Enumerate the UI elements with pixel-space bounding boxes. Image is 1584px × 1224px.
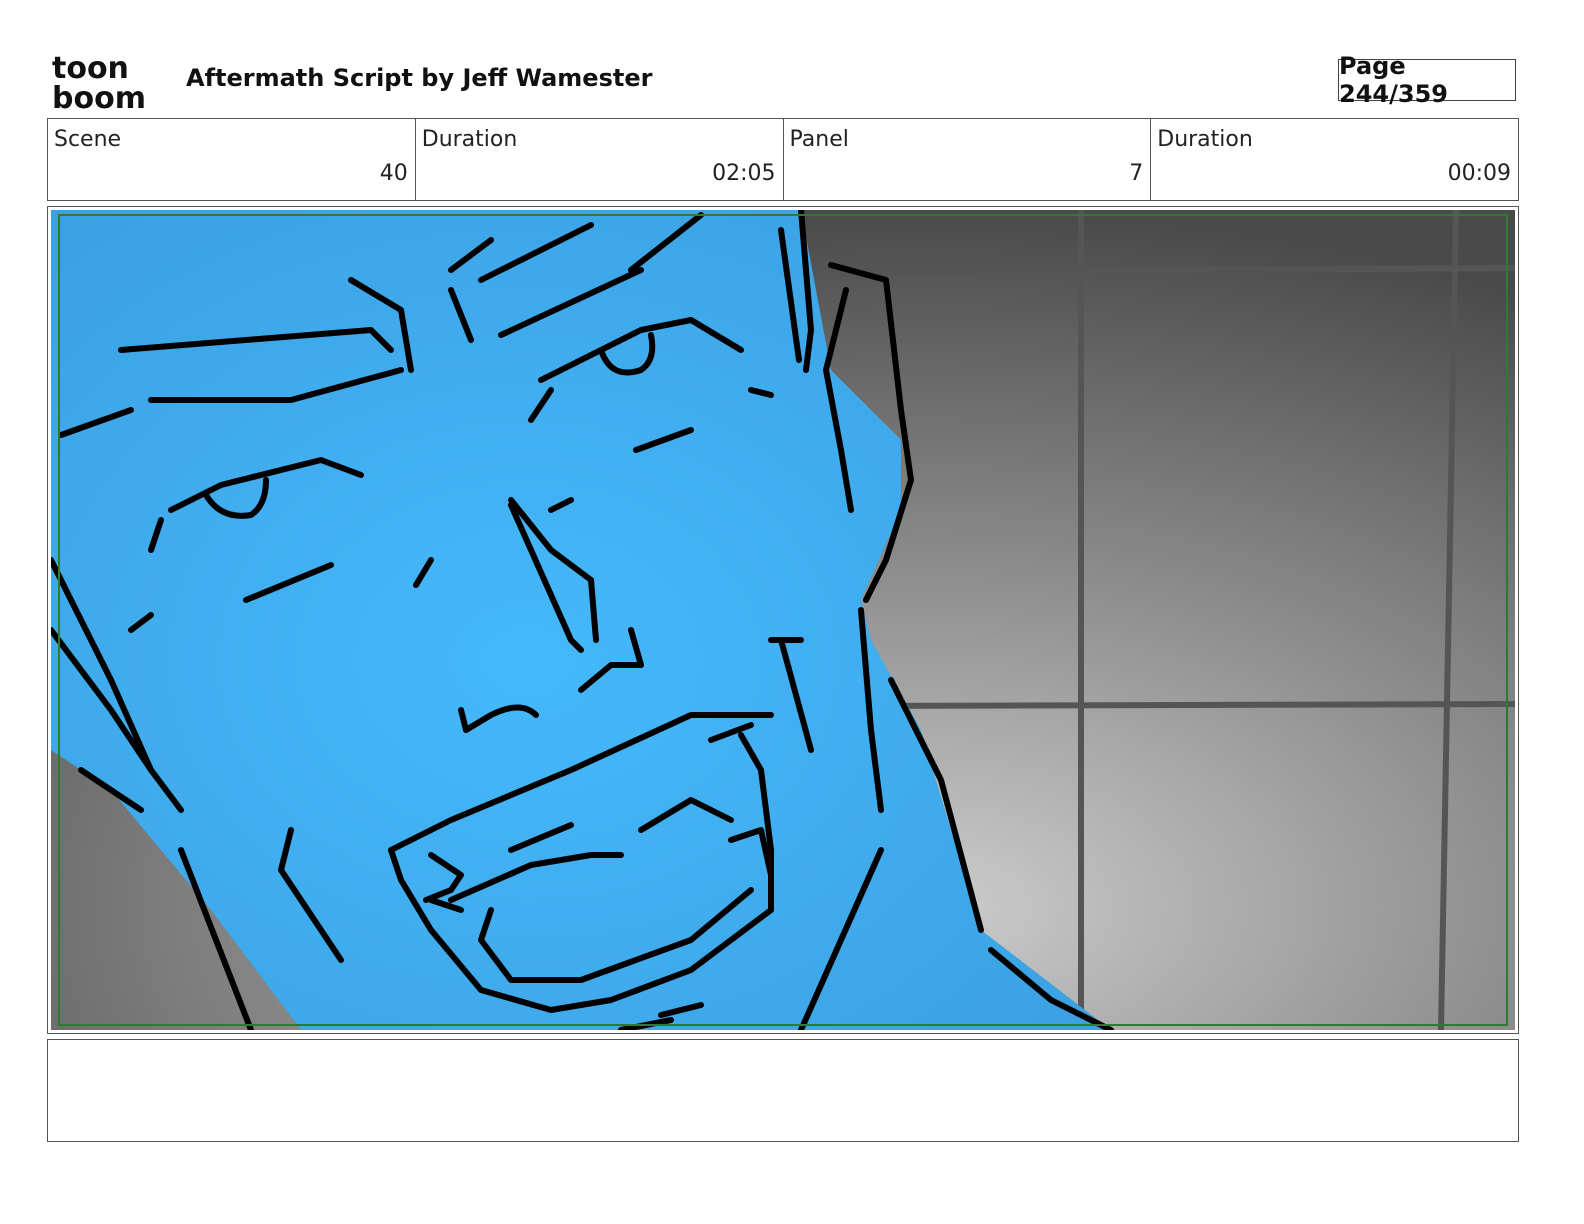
scene-duration-label: Duration [421,127,518,152]
panel-notes [47,1039,1519,1142]
page-number: Page 244/359 [1338,52,1516,108]
scene-value: 40 [379,161,408,186]
scene-duration-value: 02:05 [712,161,776,186]
scene-duration-cell: Duration 02:05 [416,119,784,200]
panel-duration-label: Duration [1157,127,1253,152]
panel-duration-cell: Duration 00:09 [1151,119,1518,200]
scene-label: Scene [54,127,122,152]
panel-value: 7 [1129,161,1144,186]
scene-info-table: Scene 40 Duration 02:05 Panel 7 Duration… [47,118,1519,201]
panel-drawing [51,210,1515,1030]
panel-label: Panel [789,127,849,152]
document-title: Aftermath Script by Jeff Wamester [186,64,653,92]
scene-cell: Scene 40 [48,119,416,200]
storyboard-panel [47,206,1519,1034]
logo-text-bottom: boom [52,81,146,112]
panel-duration-value: 00:09 [1447,161,1511,186]
panel-cell: Panel 7 [784,119,1152,200]
toonboom-logo: toon boom [52,50,164,116]
